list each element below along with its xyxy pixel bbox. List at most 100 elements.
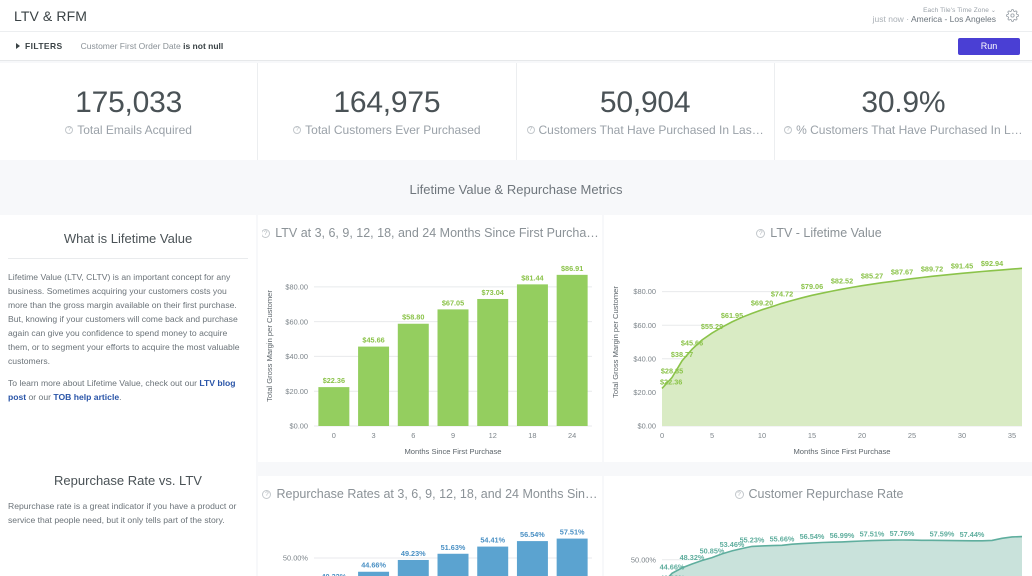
- chart-card-repurchase-area[interactable]: ? Customer Repurchase Rate 40.00%50.00%4…: [604, 476, 1032, 576]
- help-icon[interactable]: ?: [735, 490, 744, 499]
- gear-icon[interactable]: [1004, 7, 1020, 23]
- y-axis-tick-label: $20.00: [633, 388, 656, 397]
- x-axis-tick-label: 6: [411, 431, 415, 440]
- chart-card-ltv-bar[interactable]: ? LTV at 3, 6, 9, 12, 18, and 24 Months …: [258, 215, 602, 462]
- chart-title: ? Repurchase Rates at 3, 6, 9, 12, 18, a…: [262, 484, 598, 501]
- chart-title: ? LTV at 3, 6, 9, 12, 18, and 24 Months …: [262, 223, 598, 240]
- bar[interactable]: [358, 347, 389, 426]
- text-column: What is Lifetime Value Lifetime Value (L…: [0, 215, 256, 576]
- bar-data-label: $58.80: [402, 313, 424, 322]
- timezone-block[interactable]: Each Tile's Time Zone ⌄ just now · Ameri…: [873, 7, 996, 25]
- tob-help-article-link[interactable]: TOB help article: [53, 392, 119, 402]
- chart-card-repurchase-bar[interactable]: ? Repurchase Rates at 3, 6, 9, 12, 18, a…: [258, 476, 602, 576]
- point-data-label: 57.59%: [930, 529, 955, 538]
- point-data-label: $79.06: [801, 282, 823, 291]
- help-icon[interactable]: ?: [293, 126, 301, 134]
- y-axis-tick-label: $80.00: [633, 287, 656, 296]
- y-axis-tick-label: $40.00: [285, 352, 308, 361]
- text-card-heading: What is Lifetime Value: [8, 225, 248, 258]
- bar-data-label: 49.23%: [401, 549, 426, 558]
- kpi-value: 50,904: [600, 86, 691, 119]
- section-title: Lifetime Value & Repurchase Metrics: [0, 160, 1032, 215]
- bar[interactable]: [398, 324, 429, 426]
- point-data-label: 56.99%: [830, 531, 855, 540]
- bar-data-label: 44.66%: [361, 561, 386, 570]
- bar-data-label: 51.63%: [441, 543, 466, 552]
- x-axis-title: Months Since First Purchase: [404, 447, 501, 456]
- run-button[interactable]: Run: [958, 38, 1020, 55]
- x-axis-tick-label: 30: [958, 431, 966, 440]
- x-axis-tick-label: 0: [332, 431, 336, 440]
- point-data-label: $87.67: [891, 268, 913, 277]
- help-icon[interactable]: ?: [65, 126, 73, 134]
- chart-card-ltv-area[interactable]: ? LTV - Lifetime Value $0.00$20.00$40.00…: [604, 215, 1032, 462]
- x-axis-tick-label: 15: [808, 431, 816, 440]
- kpi-tile[interactable]: 164,975 ? Total Customers Ever Purchased: [258, 63, 516, 160]
- kpi-tile[interactable]: 50,904 ? Customers That Have Purchased I…: [517, 63, 775, 160]
- filter-field-name: Customer First Order Date: [81, 41, 181, 51]
- x-axis-tick-label: 0: [660, 431, 664, 440]
- x-axis-tick-label: 20: [858, 431, 866, 440]
- help-icon[interactable]: ?: [756, 229, 765, 238]
- dashboard-grid: What is Lifetime Value Lifetime Value (L…: [0, 215, 1032, 576]
- chart-ltv-area[interactable]: $0.00$20.00$40.00$60.00$80.00$22.36$28.8…: [608, 240, 1030, 458]
- point-data-label: 57.51%: [860, 530, 885, 539]
- bar[interactable]: [318, 387, 349, 426]
- point-data-label: $28.85: [661, 367, 683, 376]
- bar[interactable]: [477, 547, 508, 576]
- text-card-heading: Repurchase Rate vs. LTV: [8, 467, 248, 500]
- help-icon[interactable]: ?: [262, 229, 270, 238]
- timezone-value: America - Los Angeles: [911, 14, 996, 24]
- x-axis-tick-label: 9: [451, 431, 455, 440]
- text-card-repurchase-rate: Repurchase Rate vs. LTV Repurchase rate …: [0, 463, 256, 549]
- y-axis-title: Total Gross Margin per Customer: [265, 290, 274, 402]
- bar[interactable]: [438, 554, 469, 576]
- filters-toggle[interactable]: FILTERS: [16, 41, 63, 51]
- bar[interactable]: [398, 560, 429, 576]
- y-axis-tick-label: $80.00: [285, 282, 308, 291]
- point-data-label: $22.36: [660, 377, 682, 386]
- bar[interactable]: [517, 284, 548, 426]
- kpi-label-text: Total Emails Acquired: [77, 123, 192, 137]
- filters-label: FILTERS: [25, 41, 63, 51]
- chart-title-text: Repurchase Rates at 3, 6, 9, 12, 18, and…: [276, 487, 597, 501]
- point-data-label: $69.20: [751, 299, 773, 308]
- point-data-label: 56.54%: [800, 532, 825, 541]
- x-axis-title: Months Since First Purchase: [793, 447, 890, 456]
- bar-data-label: 56.54%: [520, 530, 545, 539]
- bar[interactable]: [557, 275, 588, 426]
- point-data-label: 57.76%: [890, 529, 915, 538]
- bar[interactable]: [477, 299, 508, 426]
- header-right-group: Each Tile's Time Zone ⌄ just now · Ameri…: [873, 7, 1020, 25]
- bar[interactable]: [557, 539, 588, 576]
- help-icon[interactable]: ?: [784, 126, 792, 134]
- dashboard-header: LTV & RFM Each Tile's Time Zone ⌄ just n…: [0, 0, 1032, 32]
- filter-expression[interactable]: Customer First Order Date is not null: [81, 41, 224, 51]
- x-axis-tick-label: 10: [758, 431, 766, 440]
- help-icon[interactable]: ?: [262, 490, 271, 499]
- point-data-label: 55.66%: [770, 534, 795, 543]
- point-data-label: $61.95: [721, 311, 743, 320]
- chart-title: ? LTV - Lifetime Value: [608, 223, 1030, 240]
- chart-title-text: LTV - Lifetime Value: [770, 226, 881, 240]
- point-data-label: $85.27: [861, 272, 883, 281]
- last-run-time: just now: [873, 14, 904, 24]
- chart-ltv-bar[interactable]: $0.00$20.00$40.00$60.00$80.00$22.360$45.…: [262, 240, 598, 458]
- y-axis-tick-label: $40.00: [633, 354, 656, 363]
- y-axis-tick-label: $20.00: [285, 387, 308, 396]
- kpi-tile[interactable]: 30.9% ? % Customers That Have Purchased …: [775, 63, 1032, 160]
- bar[interactable]: [358, 572, 389, 576]
- bar[interactable]: [517, 541, 548, 576]
- status-separator: ·: [906, 14, 909, 24]
- chart-repurchase-bar[interactable]: 40.00%50.00%40.32%044.66%349.23%651.63%9…: [262, 501, 598, 576]
- kpi-label: ? Customers That Have Purchased In Las…: [527, 123, 764, 137]
- kpi-value: 30.9%: [861, 86, 945, 119]
- kpi-tile[interactable]: 175,033 ? Total Emails Acquired: [0, 63, 258, 160]
- page-title: LTV & RFM: [14, 8, 87, 24]
- chart-repurchase-area[interactable]: 40.00%50.00%40.32%44.66%48.32%50.85%53.4…: [608, 501, 1030, 576]
- y-axis-tick-label: 50.00%: [283, 554, 308, 563]
- point-data-label: $82.52: [831, 276, 853, 285]
- y-axis-tick-label: $60.00: [285, 317, 308, 326]
- help-icon[interactable]: ?: [527, 126, 535, 134]
- bar[interactable]: [438, 309, 469, 426]
